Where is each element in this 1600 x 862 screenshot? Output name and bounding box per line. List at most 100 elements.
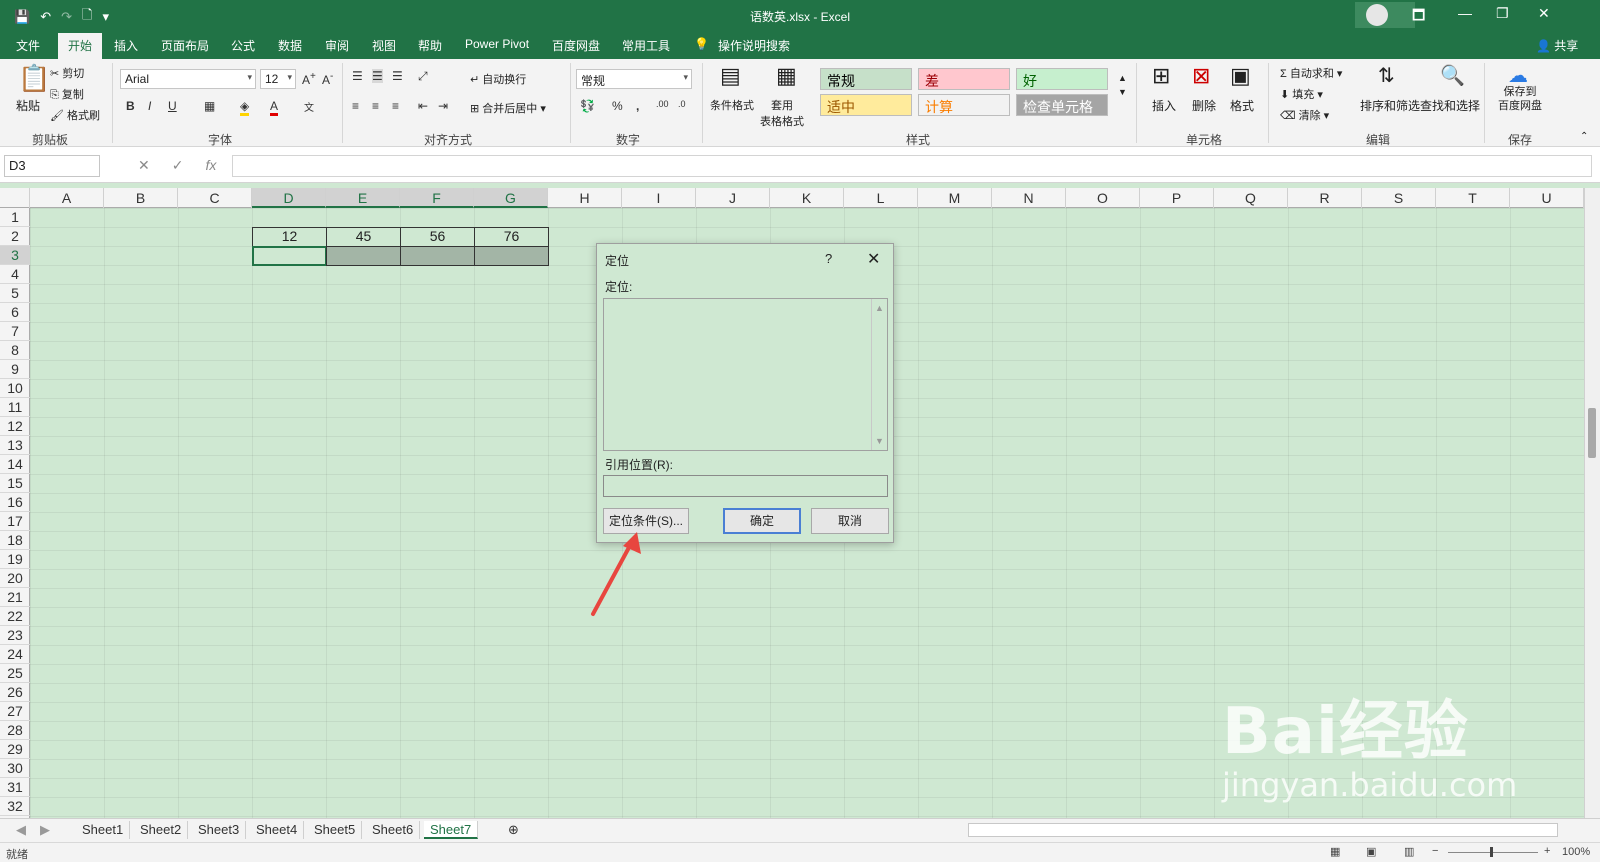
- row-header-16[interactable]: 16: [0, 493, 30, 512]
- align-middle-icon[interactable]: ☰: [372, 69, 383, 83]
- align-bottom-icon[interactable]: ☰: [392, 69, 403, 83]
- cell-style-1[interactable]: 差: [918, 68, 1010, 90]
- row-header-15[interactable]: 15: [0, 474, 30, 493]
- cell-f3[interactable]: [400, 246, 475, 266]
- restore-icon[interactable]: ❐: [1496, 5, 1509, 22]
- tab-power-pivot[interactable]: Power Pivot: [465, 37, 529, 51]
- cell-g2[interactable]: 76: [474, 227, 549, 247]
- help-icon[interactable]: ?: [825, 251, 832, 266]
- insert-function-icon[interactable]: fx: [205, 157, 216, 174]
- row-header-1[interactable]: 1: [0, 208, 30, 227]
- sort-filter-button[interactable]: 排序和筛选: [1360, 97, 1420, 114]
- cell-d3[interactable]: [252, 246, 327, 266]
- sheet-tab-sheet3[interactable]: Sheet3: [192, 821, 247, 839]
- autosum-button[interactable]: Σ 自动求和 ▾: [1280, 65, 1342, 81]
- formula-input[interactable]: [232, 155, 1592, 177]
- row-header-24[interactable]: 24: [0, 645, 30, 664]
- font-color-icon[interactable]: A: [270, 99, 279, 116]
- increase-decimal-icon[interactable]: .00: [656, 99, 669, 109]
- row-header-9[interactable]: 9: [0, 360, 30, 379]
- row-header-6[interactable]: 6: [0, 303, 30, 322]
- sheet-tab-sheet4[interactable]: Sheet4: [250, 821, 305, 839]
- tab-baidu-netdisk[interactable]: 百度网盘: [552, 37, 600, 54]
- tab-data[interactable]: 数据: [278, 37, 302, 54]
- cancel-button[interactable]: 取消: [811, 508, 889, 534]
- row-header-11[interactable]: 11: [0, 398, 30, 417]
- row-header-19[interactable]: 19: [0, 550, 30, 569]
- sort-filter-icon[interactable]: ⇅: [1378, 63, 1395, 88]
- sheet-tab-sheet7[interactable]: Sheet7: [424, 821, 479, 839]
- scroll-down-icon[interactable]: ▼: [875, 436, 884, 446]
- cell-f2[interactable]: 56: [400, 227, 475, 247]
- tab-home[interactable]: 开始: [58, 33, 103, 59]
- increase-indent-icon[interactable]: ⇥: [438, 99, 448, 113]
- close-window-icon[interactable]: ✕: [1538, 5, 1550, 22]
- column-header-e[interactable]: E: [326, 188, 400, 208]
- row-header-20[interactable]: 20: [0, 569, 30, 588]
- bold-icon[interactable]: B: [126, 99, 135, 113]
- column-header-h[interactable]: H: [548, 188, 622, 208]
- table-format-button[interactable]: 套用 表格格式: [760, 97, 804, 129]
- align-right-icon[interactable]: ≡: [392, 99, 399, 113]
- decrease-font-icon[interactable]: A-: [322, 71, 333, 87]
- cell-style-2[interactable]: 好: [1016, 68, 1108, 90]
- avatar[interactable]: [1366, 4, 1388, 26]
- column-header-r[interactable]: R: [1288, 188, 1362, 208]
- column-header-s[interactable]: S: [1362, 188, 1436, 208]
- select-all-corner[interactable]: [0, 188, 30, 208]
- zoom-slider-thumb[interactable]: [1490, 847, 1493, 857]
- row-header-32[interactable]: 32: [0, 797, 30, 816]
- column-header-c[interactable]: C: [178, 188, 252, 208]
- delete-cells-button[interactable]: 删除: [1192, 97, 1216, 114]
- sheet-tab-sheet6[interactable]: Sheet6: [366, 821, 421, 839]
- zoom-out-icon[interactable]: −: [1432, 845, 1438, 857]
- cut-button[interactable]: ✂ 剪切: [50, 65, 84, 81]
- row-header-26[interactable]: 26: [0, 683, 30, 702]
- row-header-23[interactable]: 23: [0, 626, 30, 645]
- align-top-icon[interactable]: ☰: [352, 69, 363, 83]
- column-header-k[interactable]: K: [770, 188, 844, 208]
- horizontal-scrollbar[interactable]: [968, 823, 1558, 837]
- row-header-12[interactable]: 12: [0, 417, 30, 436]
- column-header-p[interactable]: P: [1140, 188, 1214, 208]
- cell-style-5[interactable]: 检查单元格: [1016, 94, 1108, 116]
- merge-center-button[interactable]: ⊞ 合并后居中 ▾: [470, 100, 546, 116]
- italic-icon[interactable]: I: [148, 99, 151, 113]
- row-header-28[interactable]: 28: [0, 721, 30, 740]
- fill-button[interactable]: ⬇ 填充 ▾: [1280, 86, 1323, 102]
- zoom-slider[interactable]: [1448, 852, 1538, 853]
- tab-page-layout[interactable]: 页面布局: [161, 37, 209, 54]
- find-select-button[interactable]: 查找和选择: [1420, 97, 1480, 114]
- cancel-formula-icon[interactable]: ✕: [138, 157, 150, 174]
- row-header-3[interactable]: 3: [0, 246, 30, 265]
- row-header-30[interactable]: 30: [0, 759, 30, 778]
- row-header-8[interactable]: 8: [0, 341, 30, 360]
- share-button[interactable]: 👤 共享: [1536, 37, 1578, 54]
- row-header-25[interactable]: 25: [0, 664, 30, 683]
- fill-color-icon[interactable]: ◈: [240, 99, 250, 116]
- save-to-baidu-button[interactable]: 保存到 百度网盘: [1498, 85, 1542, 113]
- delete-cells-icon[interactable]: ⊠: [1192, 63, 1210, 89]
- insert-cells-icon[interactable]: ⊞: [1152, 63, 1170, 89]
- row-header-22[interactable]: 22: [0, 607, 30, 626]
- cell-e2[interactable]: 45: [326, 227, 401, 247]
- minimize-icon[interactable]: —: [1458, 5, 1472, 21]
- orientation-icon[interactable]: ⤢: [418, 69, 428, 84]
- column-header-i[interactable]: I: [622, 188, 696, 208]
- column-header-n[interactable]: N: [992, 188, 1066, 208]
- conditional-format-button[interactable]: 条件格式: [710, 97, 754, 113]
- row-header-2[interactable]: 2: [0, 227, 30, 246]
- row-header-4[interactable]: 4: [0, 265, 30, 284]
- cell-style-3[interactable]: 适中: [820, 94, 912, 116]
- row-header-7[interactable]: 7: [0, 322, 30, 341]
- tab-help[interactable]: 帮助: [418, 37, 442, 54]
- sheet-tab-sheet5[interactable]: Sheet5: [308, 821, 363, 839]
- column-header-l[interactable]: L: [844, 188, 918, 208]
- tab-insert[interactable]: 插入: [114, 37, 138, 54]
- table-format-icon[interactable]: ▦: [776, 63, 797, 89]
- align-center-icon[interactable]: ≡: [372, 99, 379, 113]
- column-header-o[interactable]: O: [1066, 188, 1140, 208]
- column-header-a[interactable]: A: [30, 188, 104, 208]
- column-header-f[interactable]: F: [400, 188, 474, 208]
- decrease-indent-icon[interactable]: ⇤: [418, 99, 428, 113]
